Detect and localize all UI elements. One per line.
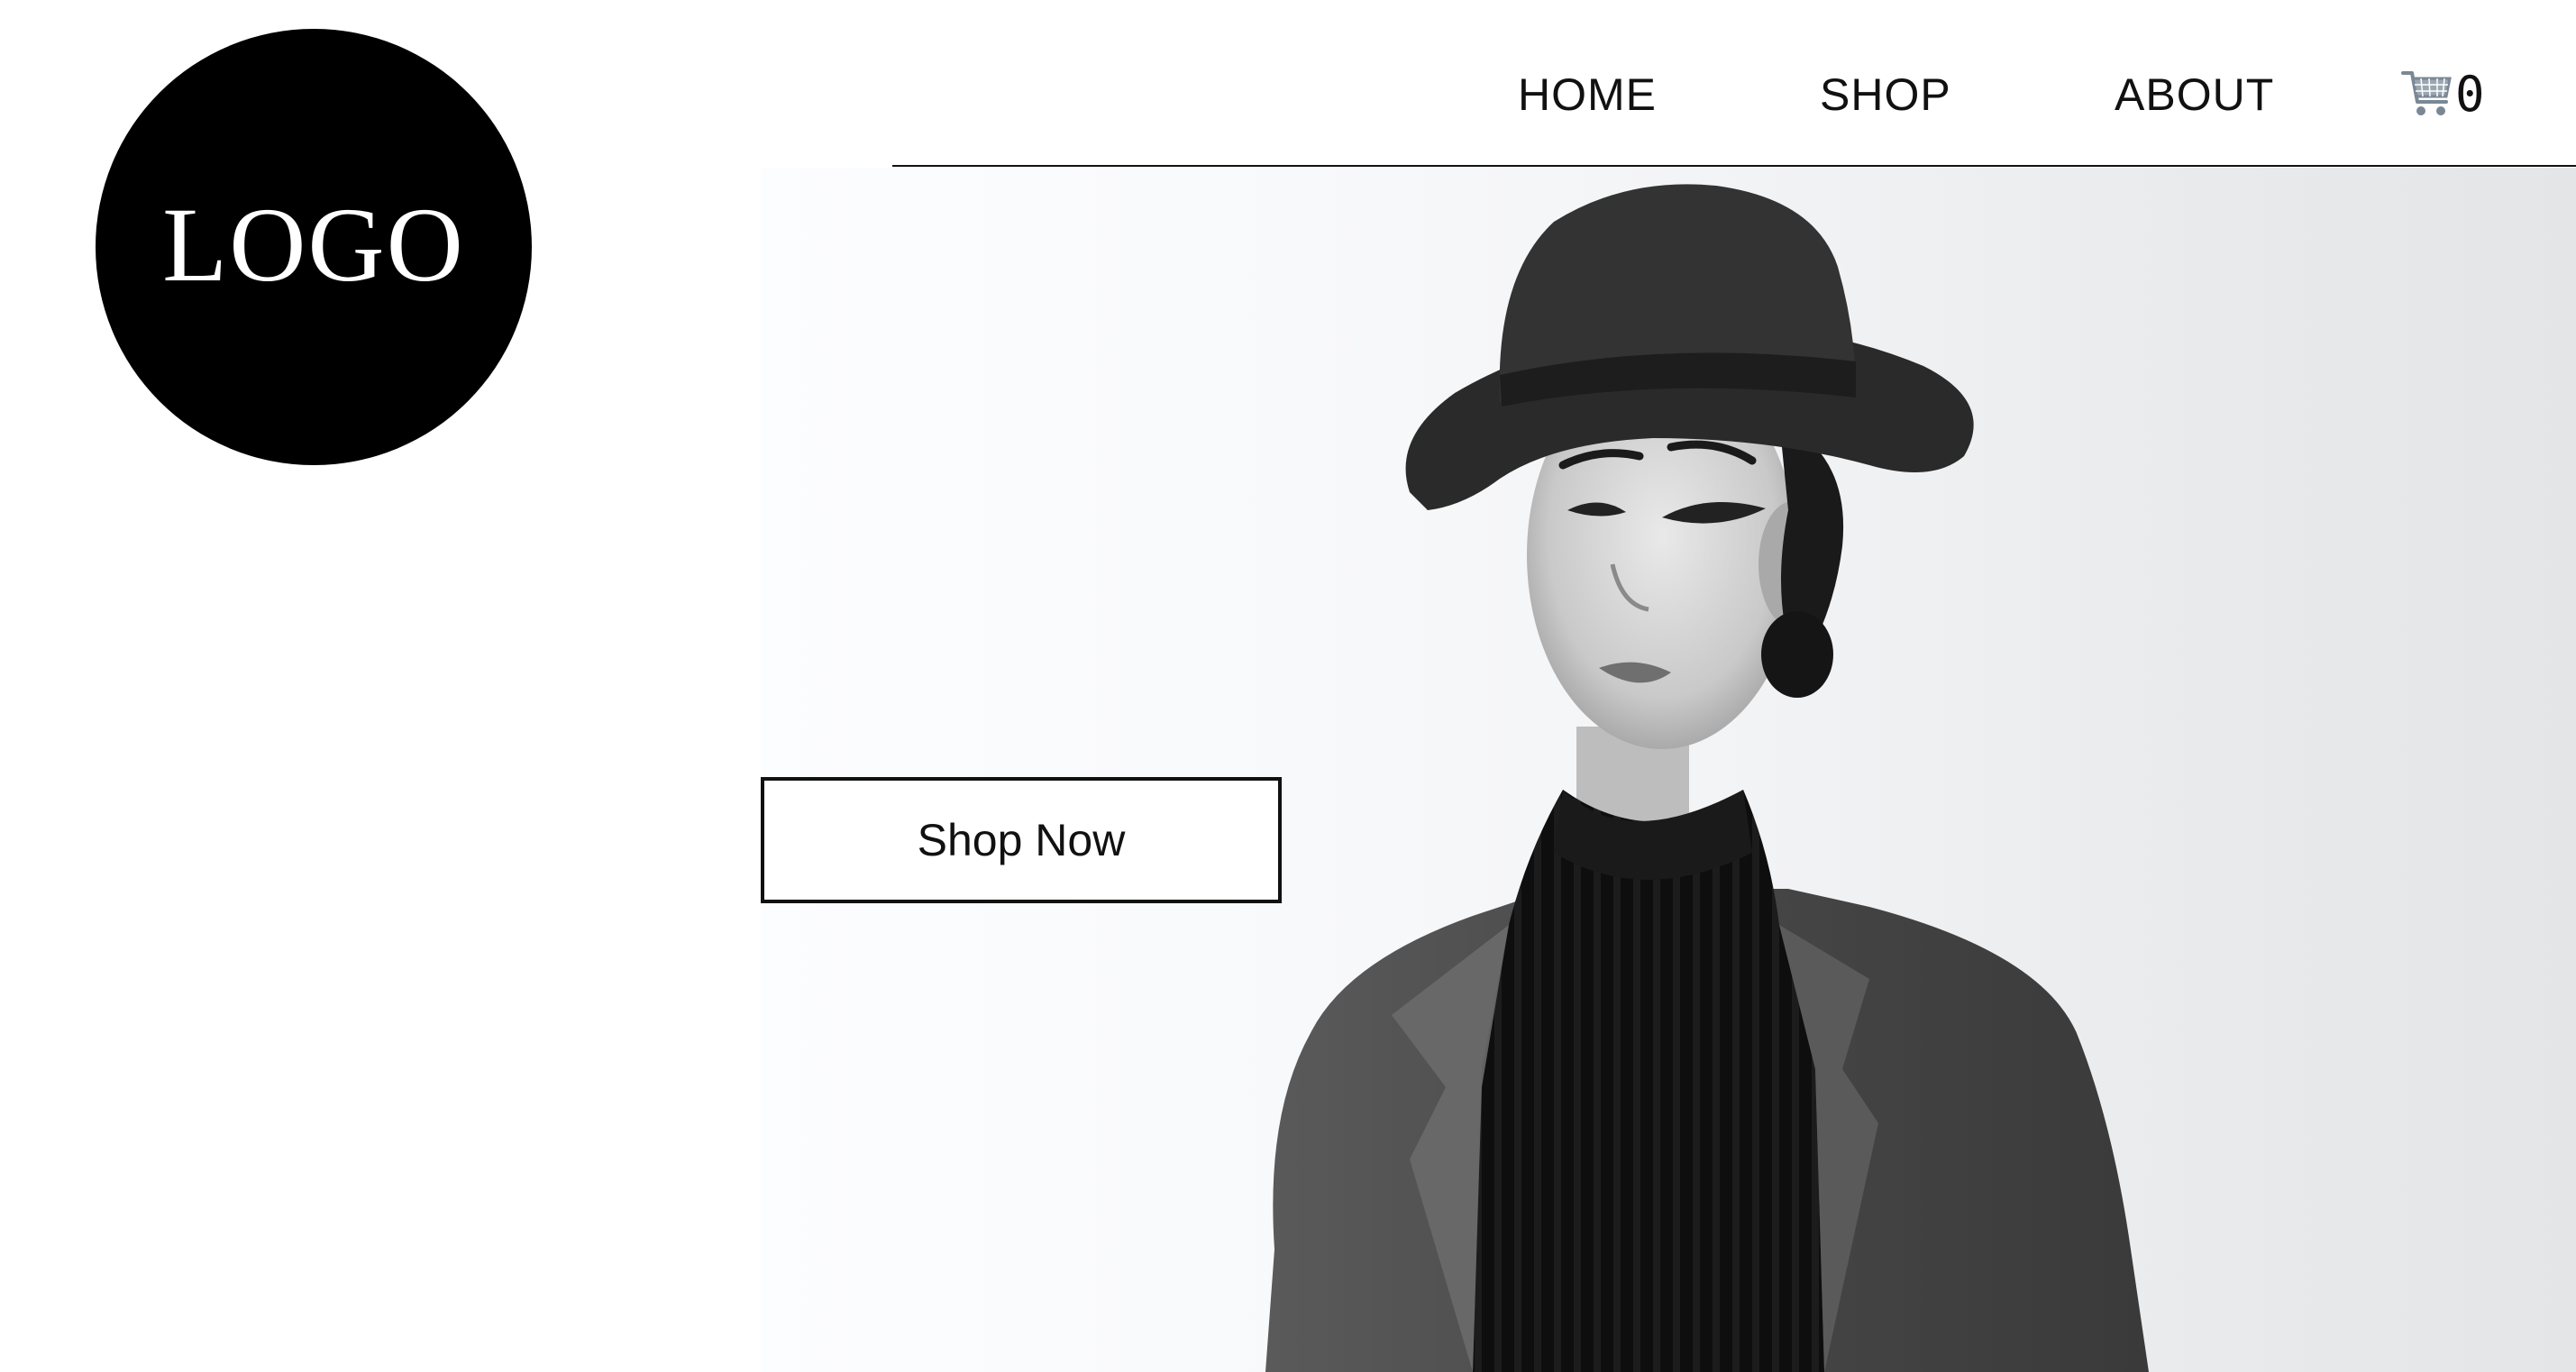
nav-home-link[interactable]: HOME [1518, 63, 1657, 126]
nav-about-link[interactable]: ABOUT [2115, 63, 2274, 126]
cart-count: 0 [2455, 66, 2485, 123]
cart-button[interactable]: 0 [2401, 63, 2485, 126]
nav-divider [892, 165, 2576, 167]
hero-image [761, 168, 2576, 1372]
logo[interactable]: LOGO [96, 29, 532, 465]
logo-text: LOGO [162, 186, 465, 304]
shop-now-button[interactable]: Shop Now [761, 777, 1282, 903]
nav-shop-link[interactable]: SHOP [1820, 63, 1951, 126]
shopping-cart-icon [2401, 71, 2452, 115]
